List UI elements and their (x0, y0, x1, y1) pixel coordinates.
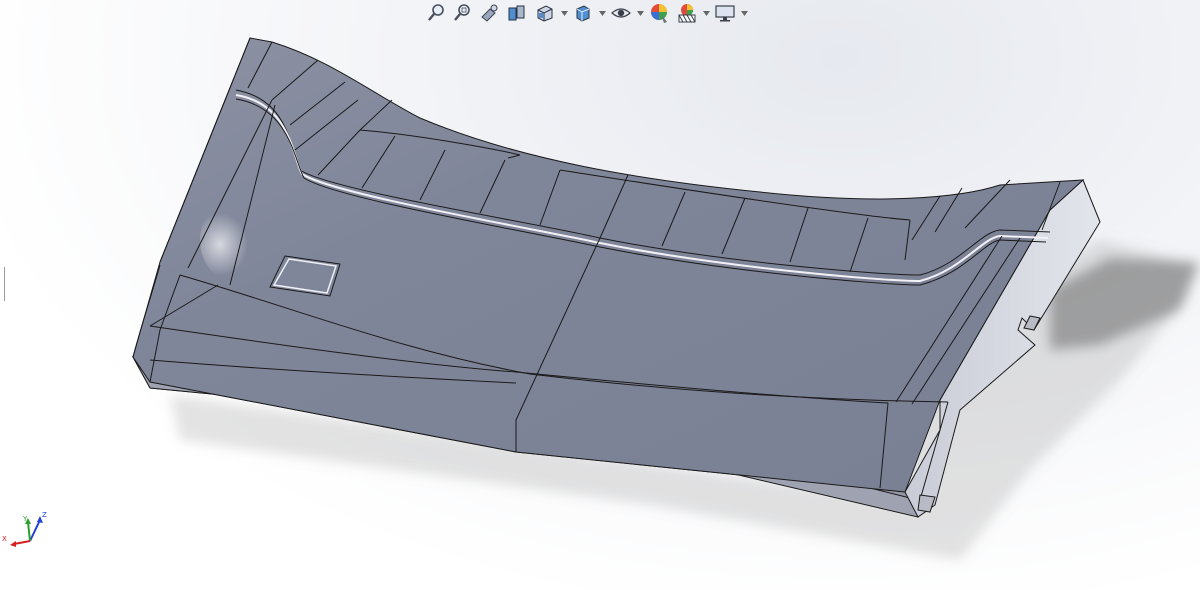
section-view-icon[interactable] (504, 1, 530, 25)
display-style-menu-arrow[interactable] (598, 1, 606, 25)
triad-x-label: X (2, 535, 7, 543)
edit-appearance-icon[interactable] (646, 1, 672, 25)
triad-y-label: Y (23, 515, 28, 523)
previous-view-icon[interactable] (476, 1, 502, 25)
hide-show-items-icon[interactable] (608, 1, 634, 25)
hide-show-menu-arrow[interactable] (636, 1, 644, 25)
zoom-to-area-icon[interactable] (450, 1, 474, 25)
apply-scene-menu-arrow[interactable] (702, 1, 710, 25)
graphics-area[interactable]: Z Y X (0, 0, 1200, 590)
view-orientation-icon[interactable] (532, 1, 558, 25)
panel-collapse-handle[interactable] (0, 267, 5, 301)
view-settings-menu-arrow[interactable] (740, 1, 748, 25)
heads-up-view-toolbar (424, 0, 748, 26)
view-settings-icon[interactable] (712, 1, 738, 25)
triad-z-label: Z (42, 511, 47, 519)
apply-scene-icon[interactable] (674, 1, 700, 25)
display-style-icon[interactable] (570, 1, 596, 25)
coordinate-triad: Z Y X (2, 506, 54, 550)
zoom-to-fit-icon[interactable] (424, 1, 448, 25)
model-view[interactable] (0, 0, 1200, 590)
view-orientation-menu-arrow[interactable] (560, 1, 568, 25)
